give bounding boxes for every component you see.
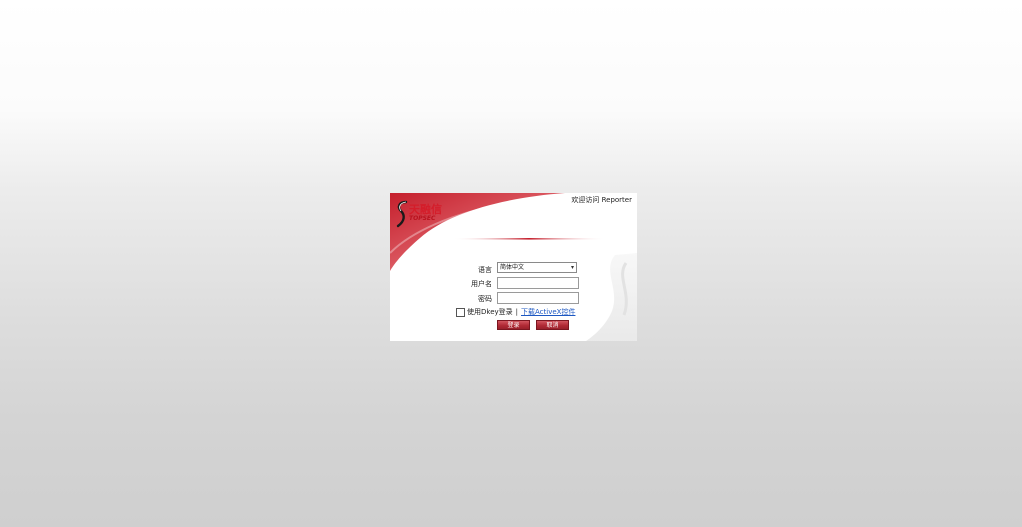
- chevron-down-icon: ▾: [570, 264, 574, 271]
- login-button[interactable]: 登录: [497, 320, 530, 330]
- language-select[interactable]: 简体中文 ▾: [497, 262, 577, 273]
- separator: |: [515, 308, 519, 316]
- language-select-value: 简体中文: [500, 264, 525, 271]
- welcome-text: 欢迎访问 Reporter: [571, 196, 632, 204]
- username-label: 用户名: [471, 280, 492, 288]
- topsec-logo: 天融信 TOPSEC: [395, 199, 465, 229]
- download-activex-link[interactable]: 下载ActiveX控件: [521, 308, 575, 316]
- language-label: 语言: [478, 266, 492, 274]
- login-panel: 欢迎访问 Reporter 天融信 TOPSEC 语言 简体中文 ▾ 用户名 密…: [390, 193, 637, 341]
- dkey-row: 使用Dkey登录 | 下载ActiveX控件: [456, 307, 575, 317]
- password-label: 密码: [478, 295, 492, 303]
- username-input[interactable]: [497, 277, 579, 289]
- logo-english-name: TOPSEC: [409, 215, 436, 222]
- dkey-label: 使用Dkey登录: [467, 308, 513, 316]
- topsec-s-icon: [396, 200, 408, 228]
- cancel-button[interactable]: 取消: [536, 320, 569, 330]
- dkey-checkbox[interactable]: [456, 307, 465, 317]
- password-input[interactable]: [497, 292, 579, 304]
